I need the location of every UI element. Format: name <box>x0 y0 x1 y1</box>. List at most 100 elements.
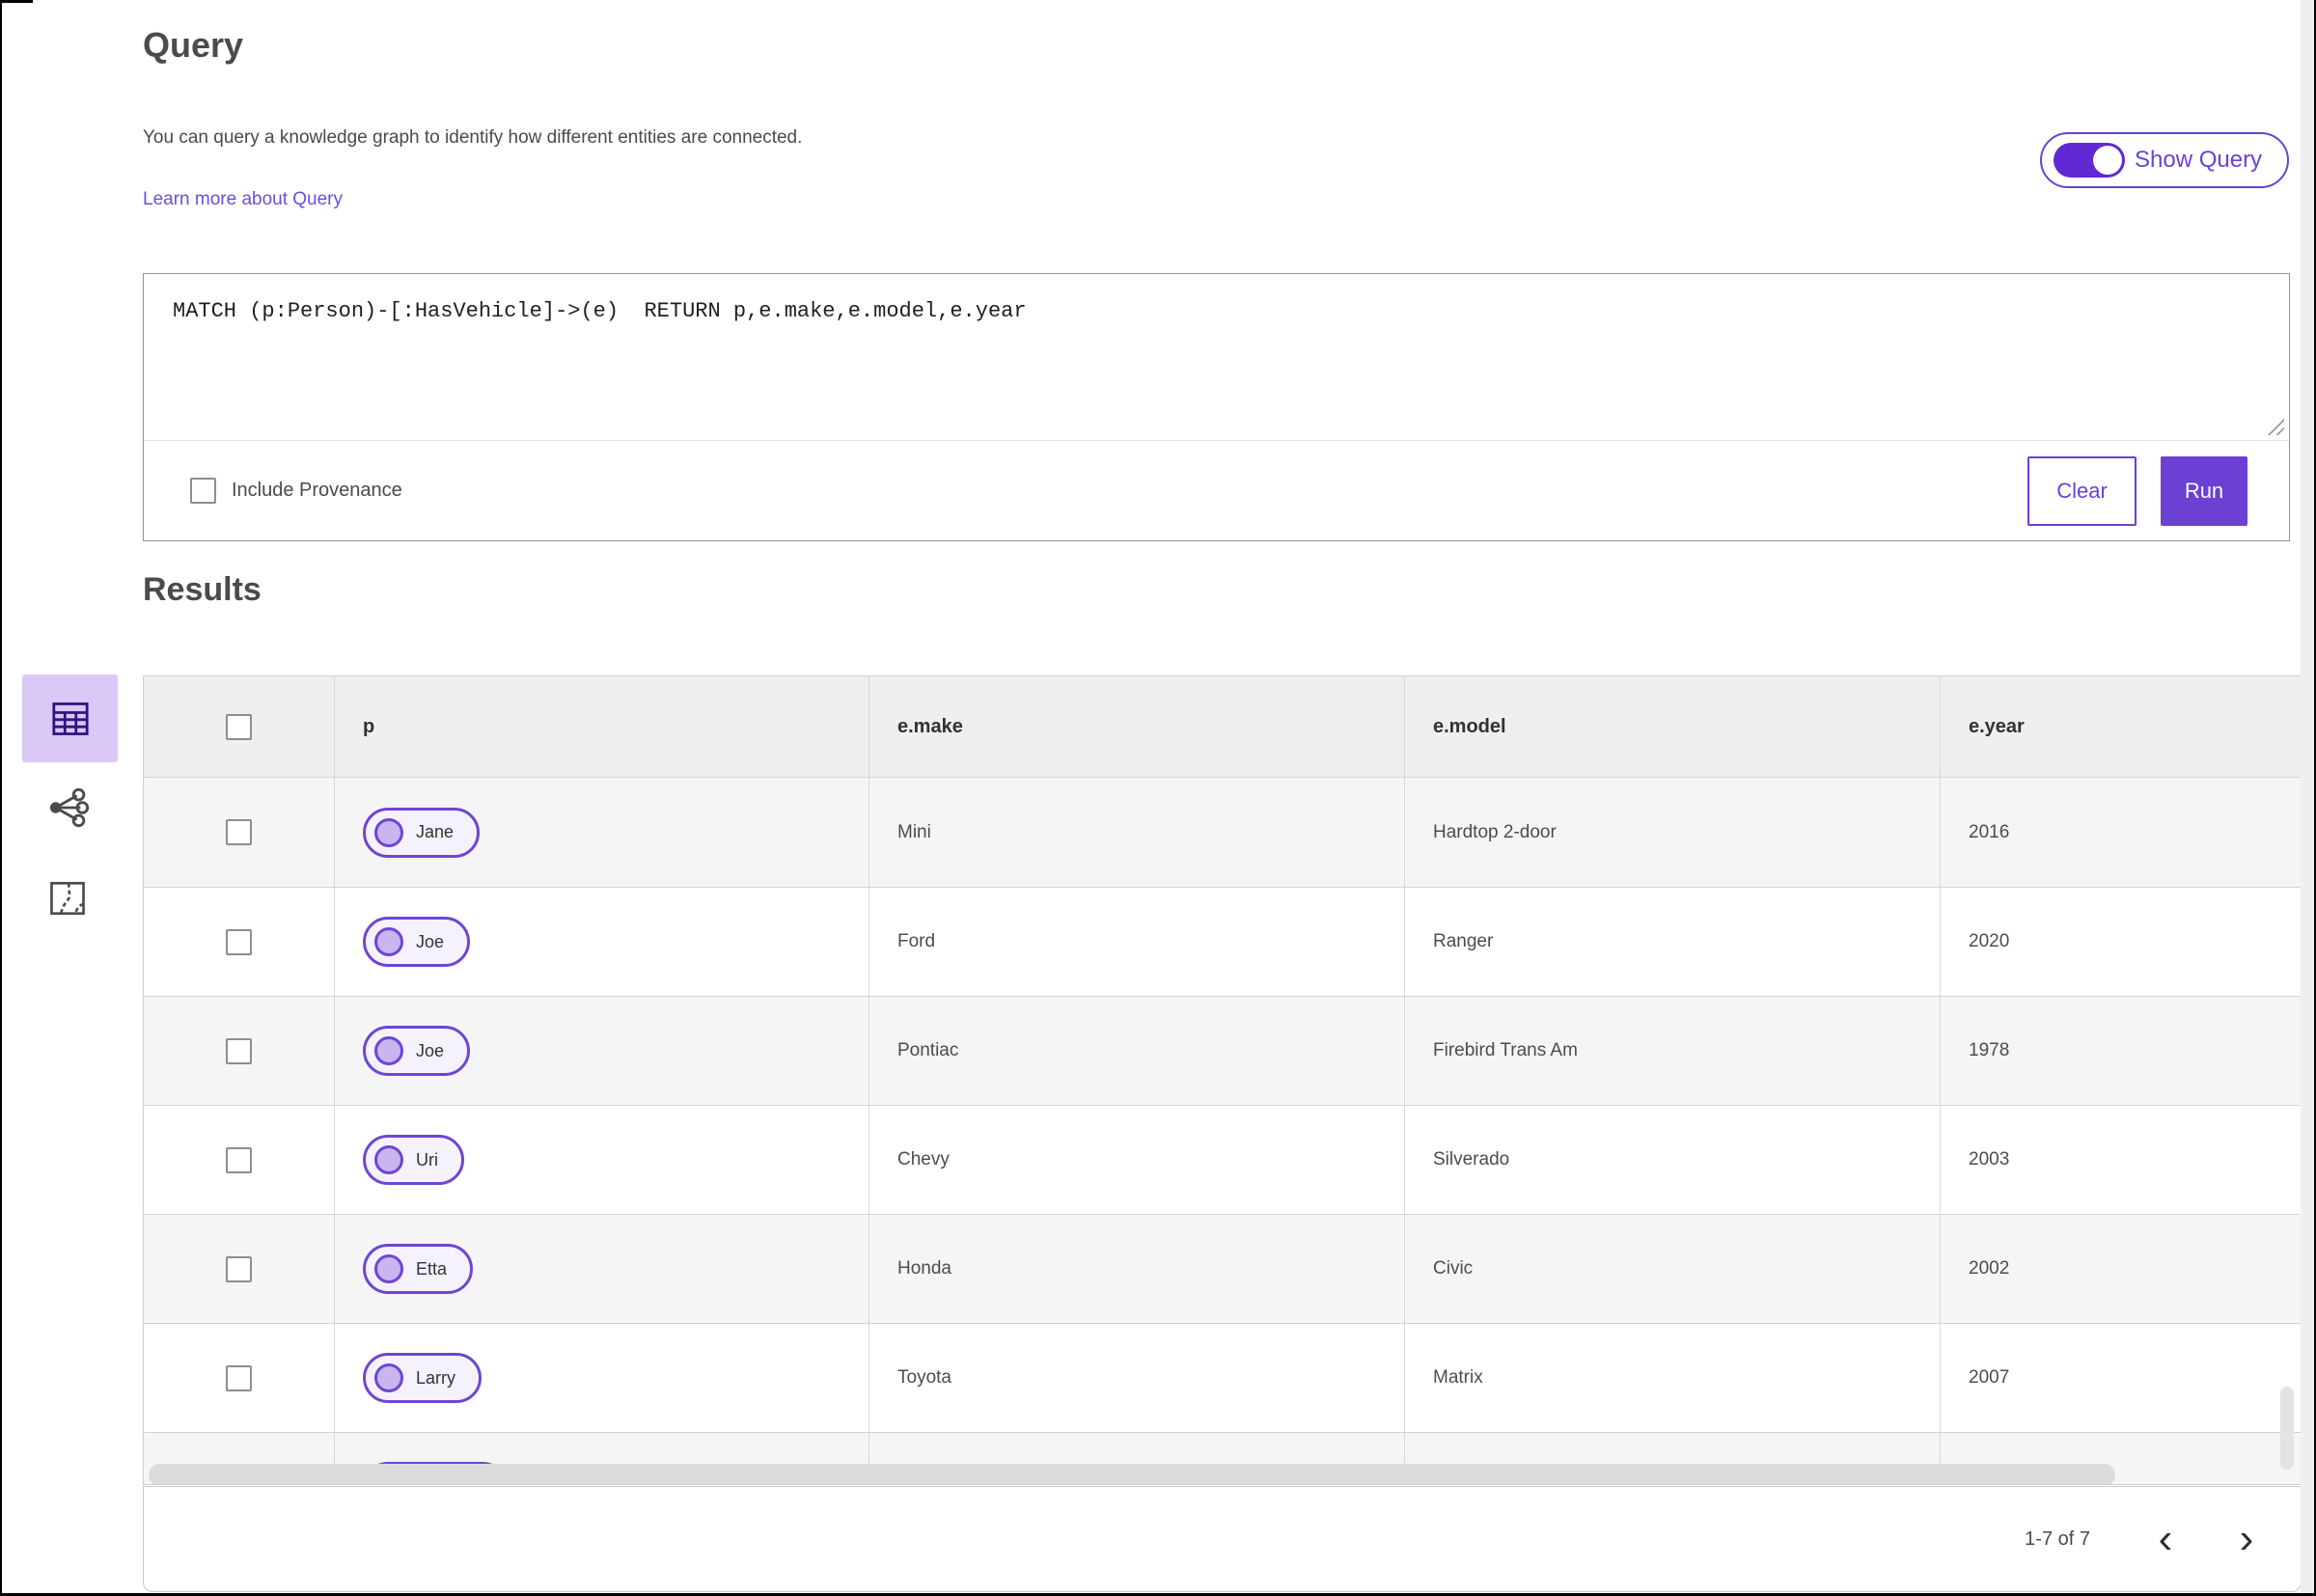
previous-page-button[interactable]: ‹ <box>2146 1518 2185 1560</box>
value-cell: 2002 <box>1941 1215 2301 1323</box>
include-provenance-checkbox[interactable] <box>190 478 216 504</box>
row-checkbox-cell <box>144 778 335 887</box>
table-row: Jane Mini Hardtop 2-door 2016 <box>144 778 2301 887</box>
run-button[interactable]: Run <box>2161 455 2247 526</box>
cell-value: Silverado <box>1433 1149 1510 1169</box>
page-description: You can query a knowledge graph to ident… <box>143 127 803 148</box>
entity-node-pill[interactable]: Larry <box>363 1353 482 1403</box>
entity-name: Jane <box>416 822 455 841</box>
learn-more-link[interactable]: Learn more about Query <box>143 189 343 210</box>
pagination-bar: 1-7 of 7 ‹ › <box>143 1486 2302 1592</box>
results-table: p e.make e.model e.year Jane Mini Hardtop … <box>143 675 2302 1485</box>
cell-value: 2020 <box>1969 931 2010 951</box>
value-cell: 1978 <box>1941 997 2301 1105</box>
value-cell: Civic <box>1405 1215 1941 1323</box>
query-text: MATCH (p:Person)-[:HasVehicle]->(e) RETU… <box>173 299 1027 323</box>
toggle-knob <box>2093 146 2122 175</box>
query-textarea[interactable]: MATCH (p:Person)-[:HasVehicle]->(e) RETU… <box>144 274 2289 440</box>
value-cell: 2020 <box>1941 888 2301 996</box>
entity-name: Joe <box>416 931 445 951</box>
entity-cell: Joe <box>335 888 869 996</box>
column-header: e.model <box>1433 715 1506 737</box>
table-row: Etta Honda Civic 2002 <box>144 1214 2301 1323</box>
table-row: Joe Pontiac Firebird Trans Am 1978 <box>144 996 2301 1105</box>
resize-handle-icon[interactable] <box>2265 416 2284 435</box>
entity-cell: Etta <box>335 1215 869 1323</box>
window-frame-corner <box>0 0 33 3</box>
row-checkbox[interactable] <box>226 1037 252 1064</box>
value-cell: Ford <box>869 888 1405 996</box>
row-checkbox[interactable] <box>226 1364 252 1391</box>
value-cell: Matrix <box>1405 1324 1941 1432</box>
column-header: e.year <box>1969 715 2025 737</box>
cell-value: Firebird Trans Am <box>1433 1040 1578 1060</box>
page-title: Query <box>143 25 244 65</box>
map-view-button[interactable] <box>42 874 93 922</box>
entity-node-icon <box>374 1036 403 1065</box>
results-title: Results <box>143 571 262 608</box>
table-view-icon <box>51 702 89 735</box>
value-cell: Toyota <box>869 1324 1405 1432</box>
select-all-checkbox[interactable] <box>226 713 252 740</box>
row-checkbox-cell <box>144 1215 335 1323</box>
cell-value: Mini <box>897 821 931 842</box>
cell-value: Civic <box>1433 1258 1474 1279</box>
query-page: Query You can query a knowledge graph to… <box>0 0 2316 1596</box>
cell-value: Toyota <box>897 1367 951 1388</box>
entity-name: Larry <box>416 1367 456 1388</box>
cell-value: Matrix <box>1433 1367 1483 1388</box>
link-chart-view-button[interactable] <box>41 784 96 832</box>
entity-cell: Larry <box>335 1324 869 1432</box>
cell-value: 2016 <box>1969 821 2010 842</box>
row-checkbox-cell <box>144 888 335 996</box>
entity-node-pill[interactable]: Joe <box>363 917 471 967</box>
row-checkbox-cell <box>144 1106 335 1214</box>
entity-node-icon <box>374 1254 403 1283</box>
next-page-button[interactable]: › <box>2227 1518 2266 1560</box>
value-cell: Chevy <box>869 1106 1405 1214</box>
header-checkbox-cell <box>144 676 335 777</box>
row-checkbox[interactable] <box>226 928 252 955</box>
vertical-scrollbar-thumb[interactable] <box>2280 1387 2294 1470</box>
show-query-label: Show Query <box>2135 147 2263 173</box>
header-cell-year: e.year <box>1941 676 2301 777</box>
include-provenance-row[interactable]: Include Provenance <box>190 478 402 504</box>
link-chart-view-icon <box>49 787 90 828</box>
cell-value: Pontiac <box>897 1040 959 1060</box>
header-cell-make: e.make <box>869 676 1405 777</box>
column-header: e.make <box>897 715 963 737</box>
table-body: Jane Mini Hardtop 2-door 2016 Joe Ford Ranger 2… <box>144 778 2301 1484</box>
header-cell-model: e.model <box>1405 676 1941 777</box>
entity-node-pill[interactable]: Uri <box>363 1135 464 1185</box>
row-checkbox[interactable] <box>226 1146 252 1173</box>
entity-cell: Joe <box>335 997 869 1105</box>
entity-node-pill[interactable]: Etta <box>363 1244 474 1294</box>
cell-value: Ranger <box>1433 931 1494 951</box>
row-checkbox-cell <box>144 1324 335 1432</box>
value-cell: Firebird Trans Am <box>1405 997 1941 1105</box>
cell-value: 2003 <box>1969 1149 2010 1169</box>
table-row: Joe Ford Ranger 2020 <box>144 887 2301 996</box>
entity-name: Uri <box>416 1149 438 1169</box>
column-header: p <box>363 715 375 737</box>
clear-button[interactable]: Clear <box>2027 455 2137 526</box>
entity-node-pill[interactable]: Jane <box>363 807 481 858</box>
row-checkbox[interactable] <box>226 819 252 845</box>
page-scrollbar-track[interactable] <box>2301 0 2314 1596</box>
value-cell: Mini <box>869 778 1405 887</box>
cell-value: Hardtop 2-door <box>1433 821 1557 842</box>
entity-name: Etta <box>416 1258 448 1279</box>
entity-node-icon <box>374 817 403 847</box>
query-panel: MATCH (p:Person)-[:HasVehicle]->(e) RETU… <box>143 273 2290 541</box>
value-cell: 2007 <box>1941 1324 2301 1432</box>
table-view-button[interactable] <box>22 674 118 762</box>
entity-node-icon <box>374 1145 403 1174</box>
show-query-toggle[interactable]: Show Query <box>2040 132 2289 188</box>
toggle-switch-icon[interactable] <box>2054 143 2125 178</box>
value-cell: 2003 <box>1941 1106 2301 1214</box>
entity-node-pill[interactable]: Joe <box>363 1026 471 1076</box>
cell-value: 2002 <box>1969 1258 2010 1279</box>
value-cell: Hardtop 2-door <box>1405 778 1941 887</box>
row-checkbox[interactable] <box>226 1255 252 1282</box>
horizontal-scrollbar-thumb[interactable] <box>149 1464 2115 1484</box>
